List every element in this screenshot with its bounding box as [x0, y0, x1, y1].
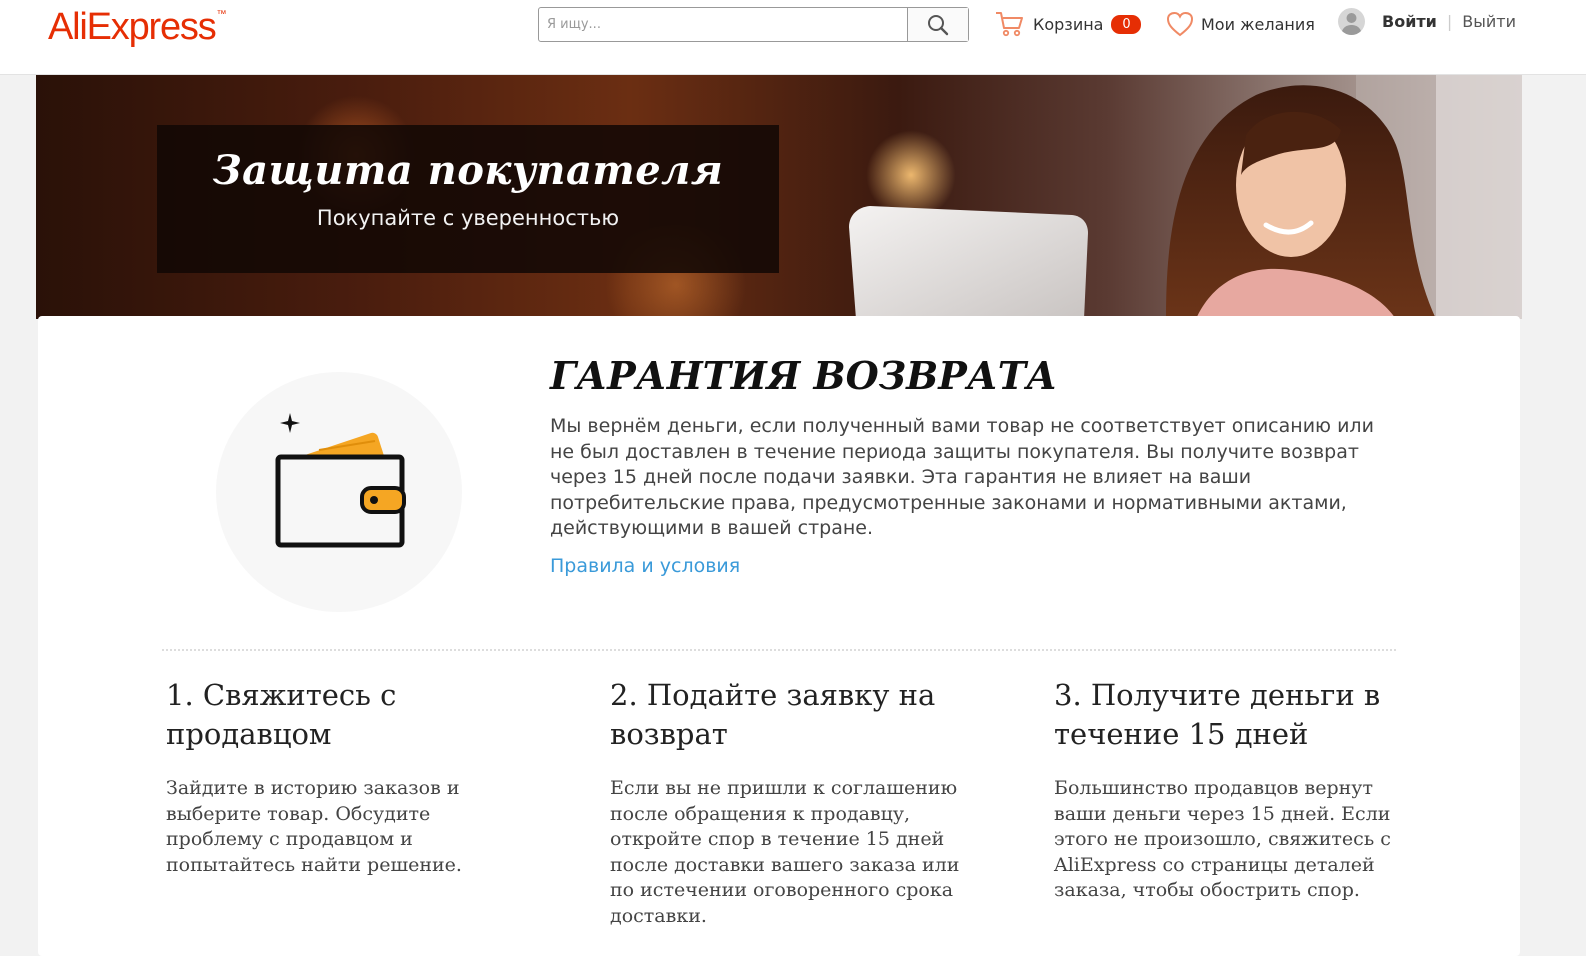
wishlist-link[interactable]: Мои желания: [1166, 10, 1315, 38]
cart-count-badge: 0: [1111, 14, 1142, 34]
step-get-refund: 3. Получите деньги в течение 15 дней Бол…: [1054, 676, 1414, 904]
search-icon: [928, 14, 949, 35]
trademark-mark: ™: [216, 9, 227, 20]
cart-label: Корзина: [1033, 14, 1104, 34]
avatar[interactable]: [1338, 8, 1365, 35]
hero-subtitle: Покупайте с уверенностью: [316, 206, 620, 230]
content-card: ГАРАНТИЯ ВОЗВРАТА Мы вернём деньги, если…: [38, 316, 1520, 956]
search-button[interactable]: [907, 8, 968, 41]
search-box: [538, 7, 969, 42]
step-contact-seller: 1. Свяжитесь с продавцом Зайдите в истор…: [166, 676, 526, 878]
aliexpress-logo[interactable]: AliExpress™: [48, 6, 227, 49]
wallet-icon: [275, 413, 406, 548]
header-separator: |: [1446, 12, 1453, 31]
step-title: 2. Подайте заявку на возврат: [610, 678, 936, 751]
step-description: Если вы не пришли к соглашению после обр…: [610, 777, 960, 927]
wishlist-label: Мои желания: [1201, 14, 1315, 34]
terms-and-conditions-link[interactable]: Правила и условия: [550, 555, 740, 577]
cart-link[interactable]: Корзина 0: [995, 10, 1142, 38]
heart-icon: [1166, 11, 1194, 37]
hero-woman-laptop-image: [849, 75, 1522, 319]
guarantee-title: ГАРАНТИЯ ВОЗВРАТА: [550, 353, 1058, 398]
top-header: AliExpress™ Корзина 0 Мои желания: [0, 0, 1586, 75]
step-title: 3. Получите деньги в течение 15 дней: [1054, 678, 1381, 751]
guarantee-description: Мы вернём деньги, если полученный вами т…: [550, 415, 1374, 539]
user-silhouette-icon: [1341, 13, 1362, 35]
login-link[interactable]: Войти: [1382, 12, 1437, 31]
hero-title: Защита покупателя: [212, 147, 724, 194]
step-description: Зайдите в историю заказов и выберите тов…: [166, 777, 462, 876]
step-title: 1. Свяжитесь с продавцом: [166, 678, 397, 751]
account-area: Войти | Выйти: [1338, 8, 1516, 35]
hero-text-box: Защита покупателя Покупайте с уверенност…: [157, 125, 779, 273]
section-divider: [162, 649, 1396, 651]
step-description: Большинство продавцов вернут ваши деньги…: [1054, 777, 1391, 901]
step-open-dispute: 2. Подайте заявку на возврат Если вы не …: [610, 676, 970, 929]
cart-icon: [996, 12, 1023, 37]
search-input[interactable]: [539, 8, 907, 41]
logout-link[interactable]: Выйти: [1462, 12, 1516, 31]
hero-banner: Защита покупателя Покупайте с уверенност…: [36, 75, 1522, 319]
